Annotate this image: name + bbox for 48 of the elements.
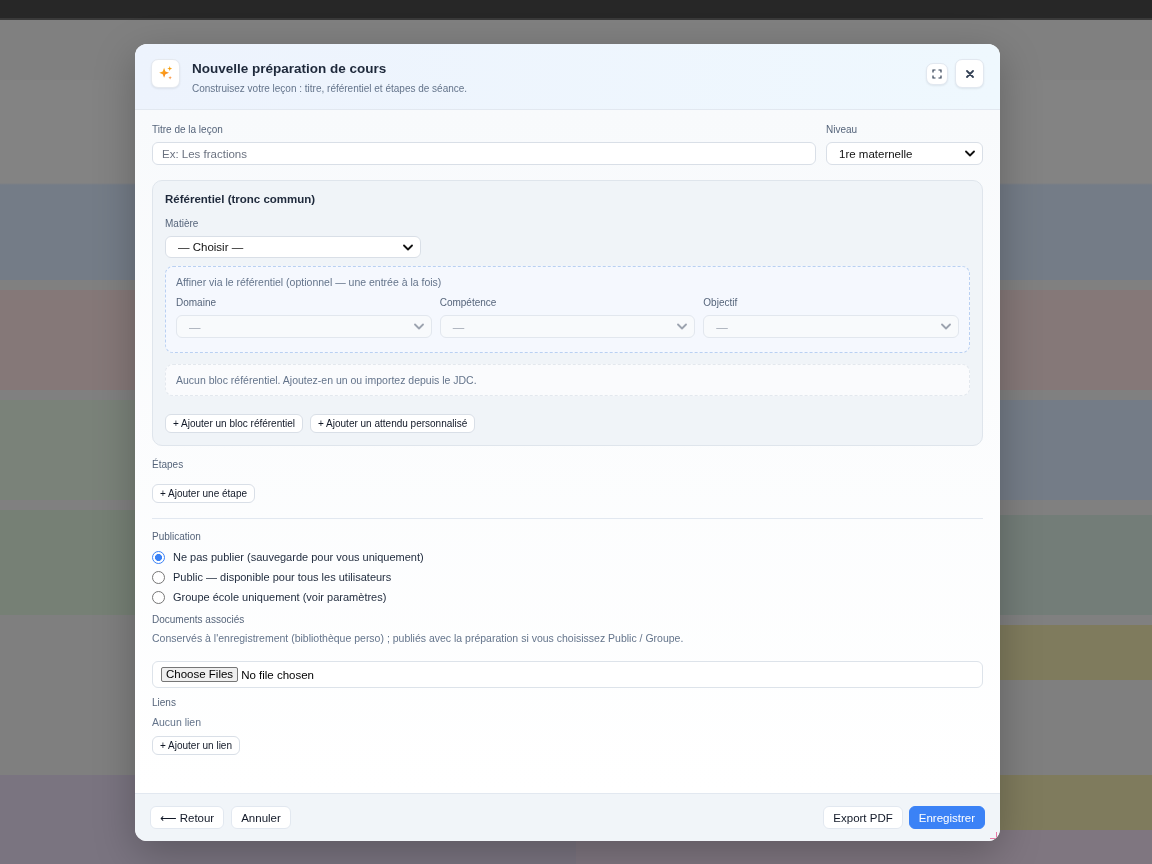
refine-hint: Affiner via le référentiel (optionnel — une entrée à la fois)	[176, 276, 443, 288]
radio-button[interactable]	[152, 590, 165, 604]
save-button[interactable]: Enregistrer	[908, 806, 985, 829]
sparkles-icon	[151, 59, 180, 88]
resize-handle-icon[interactable]	[990, 832, 997, 839]
level-select[interactable]: 1re maternelle	[826, 142, 983, 165]
radio-button[interactable]	[152, 550, 165, 564]
field-label: Compétence	[439, 297, 498, 309]
chevron-down-icon	[677, 323, 688, 330]
section-label: Publication	[152, 531, 201, 543]
choose-files-button[interactable]: Choose Files	[161, 667, 239, 682]
chevron-down-icon	[413, 323, 424, 330]
panel-title: Référentiel (tronc commun)	[165, 192, 317, 206]
footer-button[interactable]: Export PDF	[823, 806, 903, 829]
radio-label: Public — disponible pour tous les utilisateurs	[173, 571, 392, 583]
subject-select[interactable]: — Choisir —	[165, 236, 421, 258]
field-label: Matière	[165, 218, 200, 230]
add-button[interactable]: + Ajouter un bloc référentiel	[165, 414, 304, 433]
add-link-button[interactable]: + Ajouter un lien	[152, 736, 240, 755]
chevron-down-icon	[403, 243, 413, 251]
field-label: Niveau	[826, 124, 859, 136]
section-label: Documents associés	[152, 614, 245, 626]
section-label: Liens	[152, 697, 176, 709]
section-label: Étapes	[152, 459, 184, 471]
lesson-title-input[interactable]: Ex: Les fractions	[152, 142, 816, 165]
expand-button[interactable]	[926, 62, 948, 85]
footer-button[interactable]: ⟵ Retour	[150, 806, 225, 829]
add-step-button[interactable]: + Ajouter une étape	[152, 484, 256, 503]
file-status-text: No file chosen	[241, 668, 314, 681]
field-label: Titre de la leçon	[152, 124, 224, 136]
file-input-field[interactable]: Choose Files No file chosen	[152, 661, 983, 688]
dialog-subtitle: Construisez votre leçon : titre, référentiel et étapes de séance.	[192, 83, 468, 95]
radio-button[interactable]	[152, 570, 165, 584]
expand-icon	[932, 68, 942, 79]
dialog-title: Nouvelle préparation de cours	[192, 60, 388, 77]
empty-state-message: Aucun bloc référentiel. Ajoutez-en un ou importez depuis le JDC.	[165, 364, 970, 396]
field-label: Objectif	[703, 297, 739, 309]
radio-label: Groupe école uniquement (voir paramètres)	[173, 591, 387, 603]
add-button[interactable]: + Ajouter un attendu personnalisé	[310, 414, 476, 433]
chevron-down-icon	[965, 150, 975, 157]
documents-description: Conservés à l'enregistrement (bibliothèque perso) ; publiés avec la préparation si vous choisissez Public / Groupe.	[152, 632, 684, 644]
close-icon	[965, 69, 974, 78]
empty-links-text: Aucun lien	[152, 716, 202, 728]
footer-button[interactable]: Annuler	[231, 806, 291, 829]
field-label: Domaine	[176, 297, 218, 309]
chevron-down-icon	[941, 323, 951, 330]
radio-label: Ne pas publier (sauvegarde pour vous uniquement)	[173, 551, 424, 563]
close-button[interactable]	[955, 59, 984, 88]
